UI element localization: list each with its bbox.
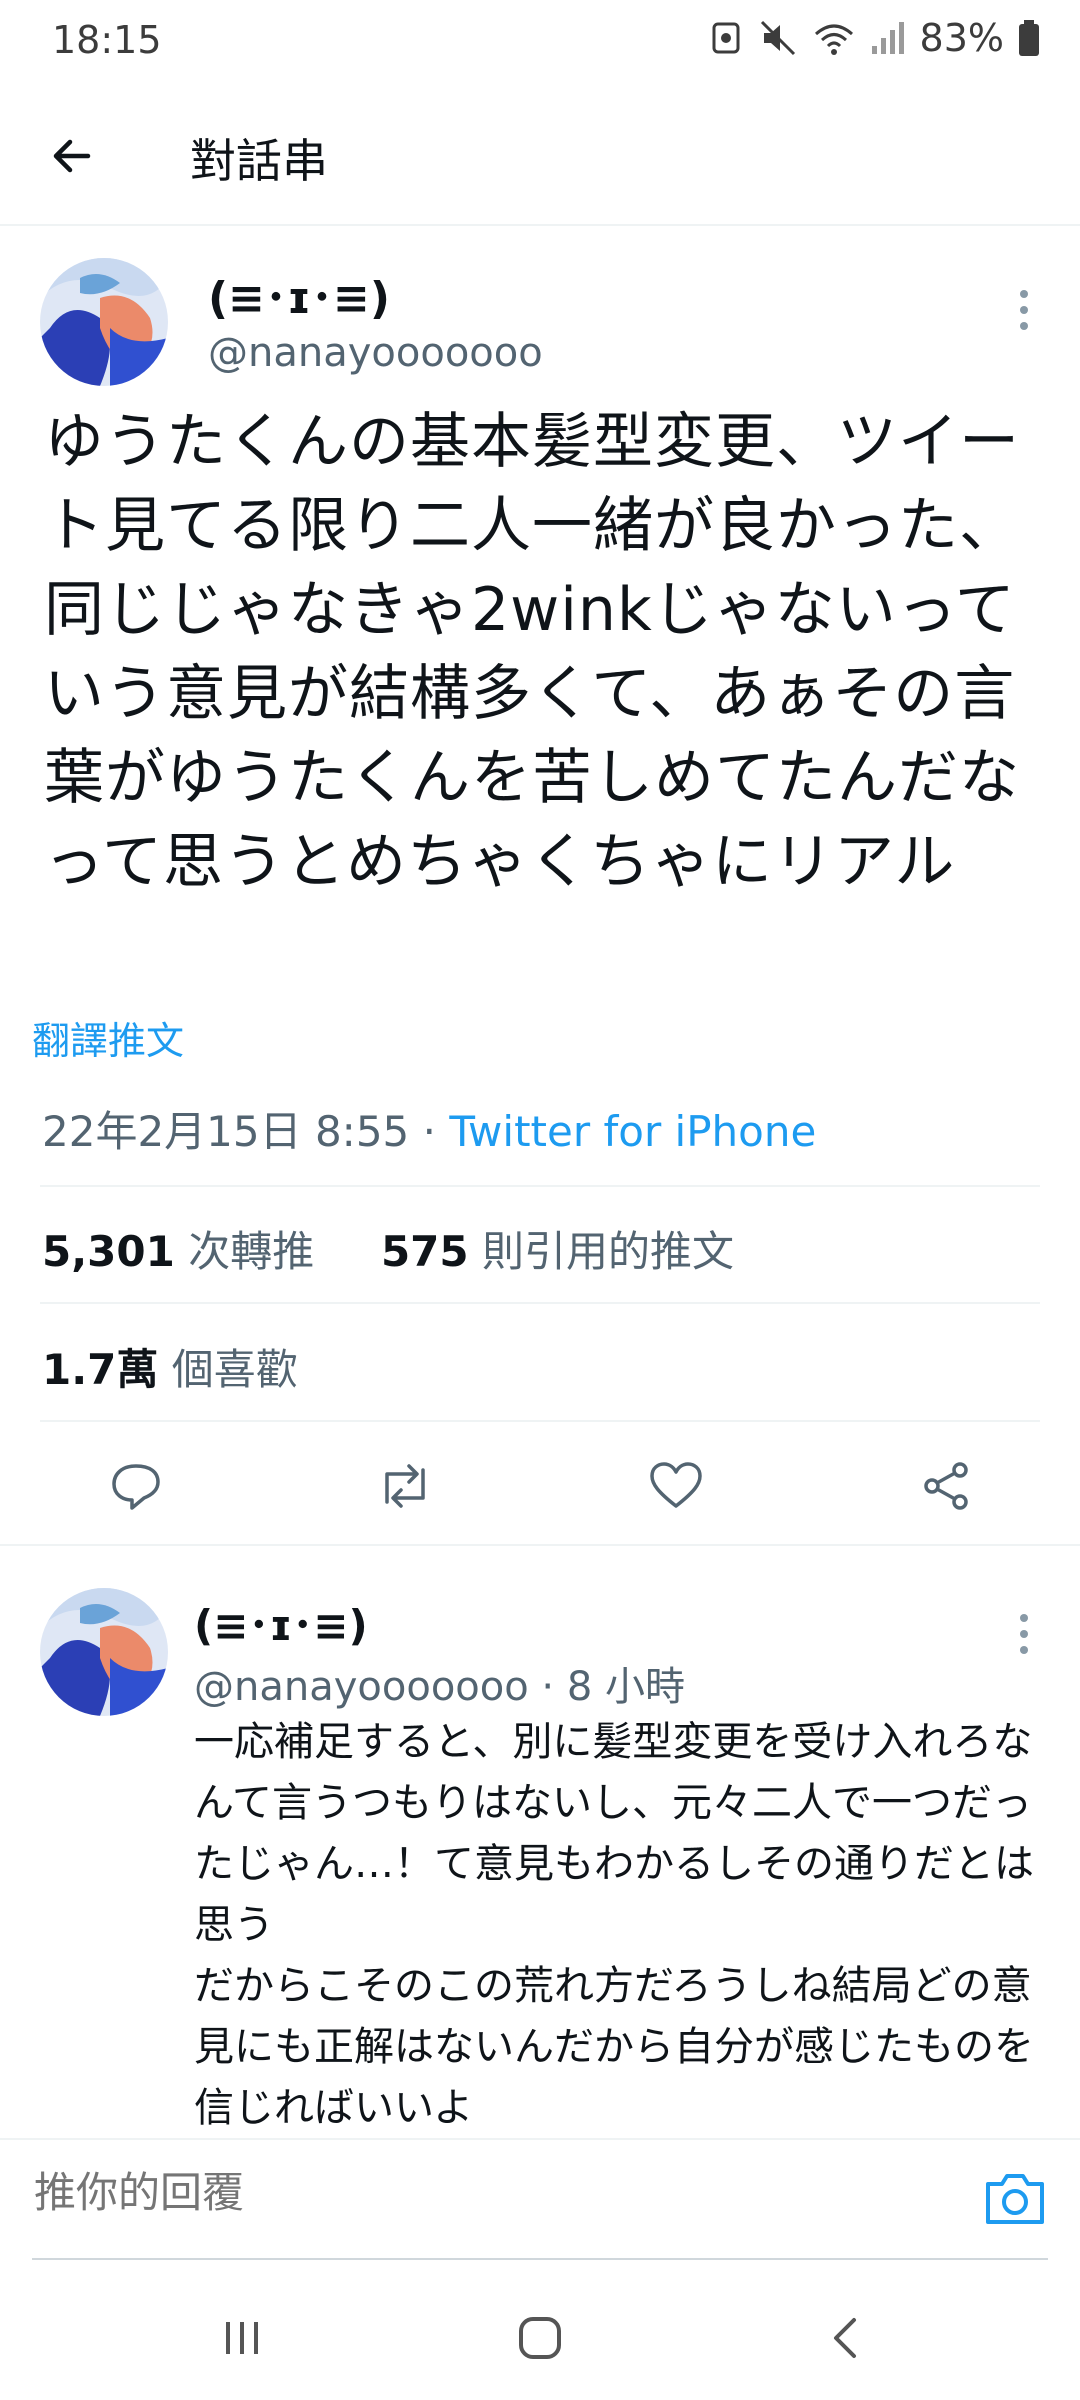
camera-icon <box>986 2174 1044 2224</box>
display-name[interactable]: (≡･ɪ･≡) <box>194 1592 368 1653</box>
action-bar <box>0 1430 1080 1540</box>
signal-icon <box>871 22 904 54</box>
recent-apps-icon <box>226 2322 258 2354</box>
like-button[interactable] <box>636 1446 716 1526</box>
home-icon <box>519 2317 561 2359</box>
divider <box>40 1185 1040 1187</box>
stats-row: 5,301 次轉推 575 則引用的推文 <box>42 1218 734 1279</box>
avatar-image <box>40 1588 168 1716</box>
reply-meta: @nanayooooooo · 8 小時 <box>194 1654 685 1712</box>
tweet-text: ゆうたくんの基本髪型変更、ツイート見てる限り二人一緒が良かった、同じじゃなきゃ2… <box>44 407 1020 897</box>
status-bar: 18:15 83% <box>0 0 1080 80</box>
reply-input[interactable] <box>32 2168 936 2218</box>
status-icons: 83% <box>708 16 1040 60</box>
translate-tweet-link[interactable]: 翻譯推文 <box>32 1010 184 1065</box>
more-vertical-icon <box>1020 1614 1028 1654</box>
avatar[interactable] <box>40 258 168 386</box>
tweet-meta: 22年2月15日 8:55 · Twitter for iPhone <box>42 1098 816 1159</box>
share-icon <box>924 1462 968 1510</box>
avatar[interactable] <box>40 1588 168 1716</box>
input-underline <box>32 2258 1048 2260</box>
avatar-image <box>40 258 168 386</box>
camera-button[interactable] <box>980 2164 1050 2234</box>
home-button[interactable] <box>500 2308 580 2368</box>
likes-stat[interactable]: 1.7萬 個喜歡 <box>42 1336 298 1397</box>
reply-button[interactable] <box>96 1446 176 1526</box>
heart-icon <box>650 1462 702 1508</box>
display-name[interactable]: (≡･ɪ･≡) <box>208 262 390 326</box>
tweet-source-link[interactable]: Twitter for iPhone <box>449 1107 816 1156</box>
recent-apps-button[interactable] <box>202 2308 282 2368</box>
tweet-date: 22年2月15日 8:55 <box>42 1107 410 1156</box>
system-nav-bar <box>0 2268 1080 2400</box>
page-title: 對話串 <box>190 134 328 188</box>
more-options-button[interactable] <box>1004 280 1044 340</box>
user-handle[interactable]: @nanayooooooo <box>208 330 543 376</box>
quotes-stat[interactable]: 575 則引用的推文 <box>381 1227 734 1276</box>
retweet-label: 次轉推 <box>188 1227 315 1276</box>
divider <box>40 1302 1040 1304</box>
more-options-button[interactable] <box>1004 1604 1044 1664</box>
quote-count: 575 <box>380 1227 469 1276</box>
quote-label: 則引用的推文 <box>481 1227 734 1276</box>
retweet-button[interactable] <box>365 1446 445 1526</box>
thread-separator <box>0 1544 1080 1546</box>
divider <box>40 1420 1040 1422</box>
retweet-icon <box>385 1464 425 1508</box>
sound-mute-icon <box>760 20 795 56</box>
bell-mute-icon <box>712 22 740 54</box>
chevron-left-icon <box>834 2318 856 2358</box>
like-label: 個喜歡 <box>171 1345 298 1394</box>
battery-percent: 83% <box>919 16 1004 60</box>
battery-icon <box>1019 20 1039 56</box>
header: 對話串 <box>0 80 1080 226</box>
compose-bar <box>0 2138 1080 2260</box>
user-handle[interactable]: @nanayooooooo <box>194 1664 529 1710</box>
wifi-icon <box>814 24 853 55</box>
back-button[interactable] <box>30 114 114 198</box>
retweets-stat[interactable]: 5,301 次轉推 <box>42 1227 314 1276</box>
meta-separator: · <box>528 1664 567 1710</box>
system-back-button[interactable] <box>806 2308 886 2368</box>
like-count: 1.7萬 <box>42 1345 159 1394</box>
comment-icon <box>112 1464 160 1510</box>
share-button[interactable] <box>906 1446 986 1526</box>
reply-text: 一応補足すると、別に髪型変更を受け入れろなんて言うつもりはないし、元々二人で一つ… <box>194 1719 1034 2131</box>
status-time: 18:15 <box>52 18 162 62</box>
reply-time[interactable]: 8 小時 <box>567 1664 685 1710</box>
more-vertical-icon <box>1020 290 1028 330</box>
meta-separator: · <box>409 1107 450 1156</box>
arrow-left-icon <box>53 139 91 173</box>
retweet-count: 5,301 <box>42 1227 175 1276</box>
